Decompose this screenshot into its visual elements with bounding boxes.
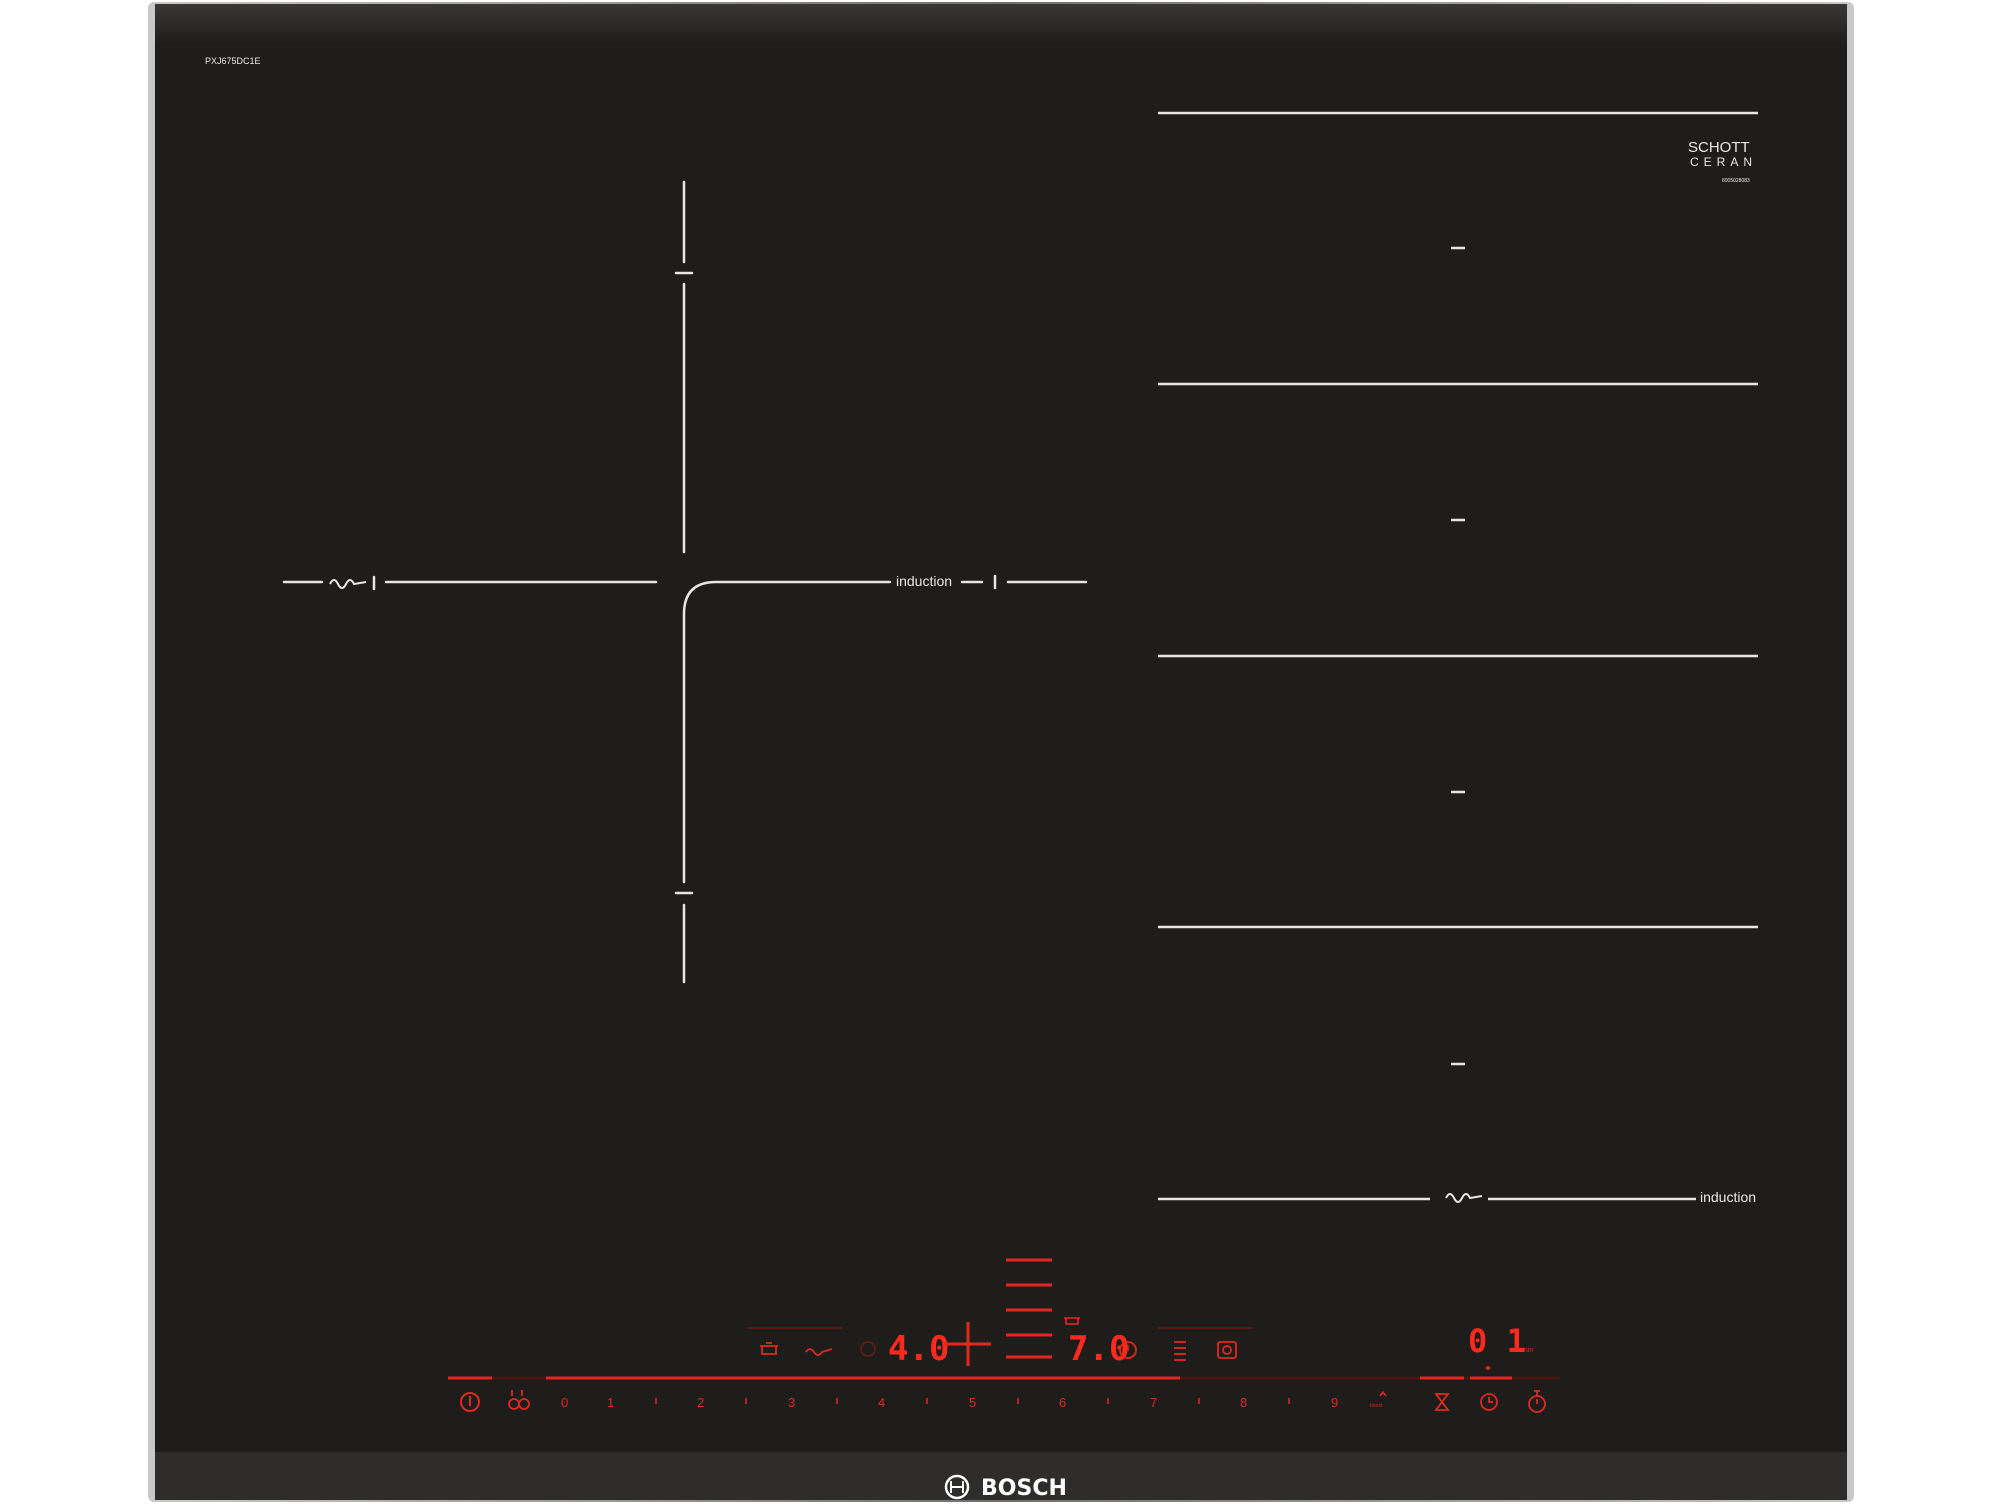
timer-dot [1486, 1366, 1490, 1370]
power-level-2[interactable]: 2 [697, 1395, 704, 1410]
induction-label-right: induction [1700, 1189, 1756, 1205]
cooktop: PXJ675DC1E SCHOTT CERAN 8005028083 induc… [148, 2, 1854, 1502]
left-power-display: 4.0 [888, 1329, 949, 1369]
svg-text:8005028083: 8005028083 [1722, 178, 1750, 184]
timer-unit: min [1522, 1347, 1533, 1354]
brand-name: BOSCH [981, 1476, 1067, 1501]
svg-text:SCHOTT: SCHOTT [1688, 139, 1750, 156]
power-level-9[interactable]: 9 [1331, 1395, 1338, 1410]
power-level-7[interactable]: 7 [1150, 1395, 1157, 1410]
boost-label: boost [1370, 1403, 1383, 1409]
power-level-6[interactable]: 6 [1059, 1395, 1066, 1410]
power-level-4[interactable]: 4 [878, 1395, 885, 1410]
model-code: PXJ675DC1E [205, 56, 261, 66]
svg-text:CERAN: CERAN [1690, 155, 1757, 169]
power-level-0[interactable]: 0 [561, 1395, 568, 1410]
power-level-1[interactable]: 1 [607, 1395, 614, 1410]
power-level-3[interactable]: 3 [788, 1395, 795, 1410]
power-level-5[interactable]: 5 [969, 1395, 976, 1410]
induction-label-left: induction [896, 573, 952, 589]
glass-top-sheen [155, 4, 1847, 44]
glass-surface [155, 4, 1847, 1500]
power-level-8[interactable]: 8 [1240, 1395, 1247, 1410]
timer-display: 0 1 [1468, 1322, 1526, 1360]
